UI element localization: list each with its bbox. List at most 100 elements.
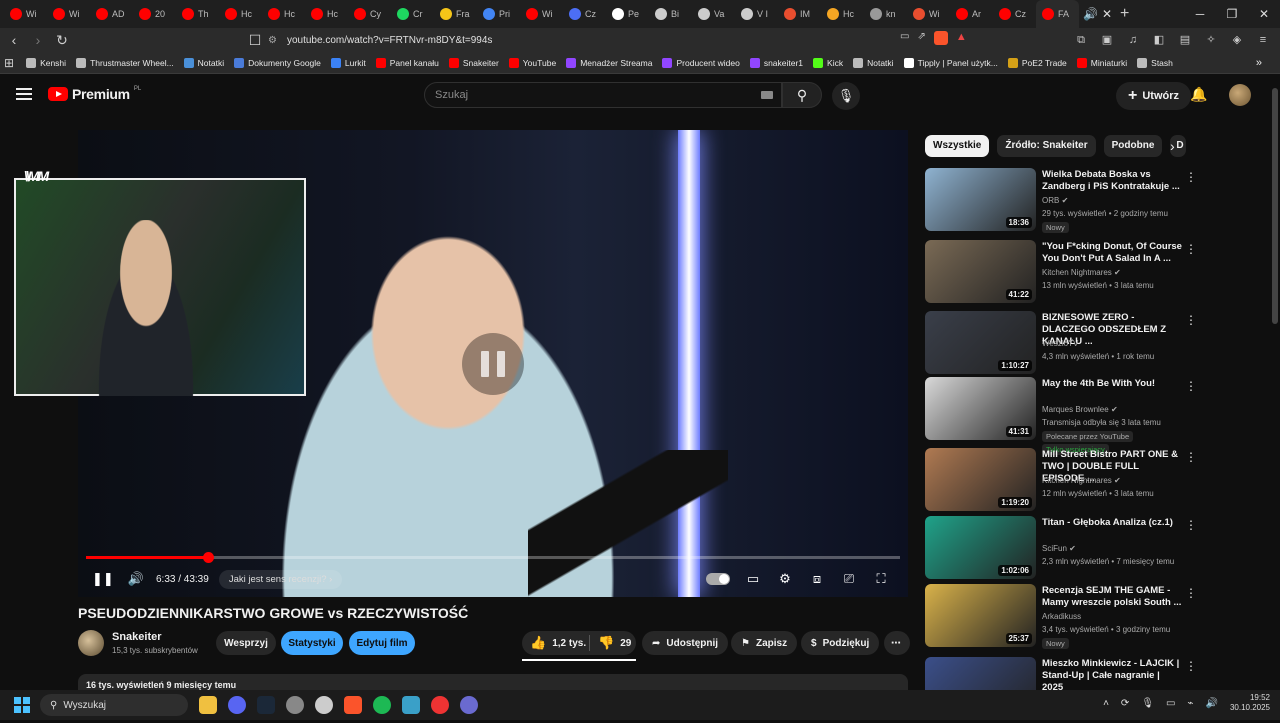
close-icon[interactable]: ✕ (1248, 0, 1280, 28)
bookmark-item[interactable]: Producent wideo (662, 57, 740, 68)
miniplayer-icon[interactable]: ⧈ (808, 570, 826, 588)
clock[interactable]: 19:52 30.10.2025 (1230, 693, 1270, 713)
more-actions-button[interactable]: ⋯ (884, 631, 910, 655)
bookmark-item[interactable]: Snakeiter (448, 57, 499, 68)
bookmark-item[interactable]: Kenshi (26, 57, 66, 68)
brave-rewards-icon[interactable]: ▲ (956, 31, 967, 45)
browser-tab[interactable]: Cz (563, 0, 606, 28)
file-explorer-icon[interactable] (199, 696, 217, 714)
share-button[interactable]: ➦ Udostępnij (642, 631, 729, 655)
brave-shield-icon[interactable] (933, 31, 948, 45)
more-vertical-icon[interactable]: ⋮ (1185, 242, 1197, 256)
browser-tab[interactable]: Cy (348, 0, 391, 28)
bookmark-item[interactable]: Panel kanału (375, 57, 439, 68)
more-vertical-icon[interactable]: ⋮ (1185, 170, 1197, 184)
browser-tab[interactable]: Hc (219, 0, 262, 28)
recommended-video[interactable]: 1:19:20 Mill Street Bistro PART ONE & TWO… (925, 448, 1265, 514)
bookmark-item[interactable]: Notatki (183, 57, 224, 68)
search-button[interactable]: ⚲ (782, 82, 822, 108)
bookmark-icon[interactable]: ☐ (243, 32, 267, 49)
spotify-icon[interactable] (373, 696, 391, 714)
bookmark-item[interactable]: Kick (813, 57, 843, 68)
video-channel[interactable]: Kitchen Nightmares ✔ (1042, 476, 1121, 485)
video-thumbnail[interactable]: 41:22 (925, 240, 1036, 303)
browser-tab[interactable]: Th (176, 0, 219, 28)
browser-tab[interactable]: Hc (262, 0, 305, 28)
browser-tab[interactable]: Cr (391, 0, 434, 28)
video-title[interactable]: Titan - Głęboka Analiza (cz.1) (1042, 517, 1182, 529)
app-icon[interactable] (286, 696, 304, 714)
video-thumbnail[interactable]: 1:19:20 (925, 448, 1036, 511)
tray-mic-icon[interactable]: 🎙 (1141, 698, 1154, 709)
video-thumbnail[interactable]: 41:31 (925, 377, 1036, 440)
bookmark-item[interactable]: snakeiter1 (749, 57, 803, 68)
video-title[interactable]: "You F*cking Donut, Of Course You Don't … (1042, 241, 1182, 265)
chips-next-icon[interactable]: › (1170, 138, 1175, 154)
taskbar-search[interactable]: ⚲ Wyszukaj (40, 694, 188, 716)
video-title[interactable]: May the 4th Be With You! (1042, 378, 1182, 390)
support-button[interactable]: Wesprzyj (216, 631, 276, 655)
forward-icon[interactable]: › (26, 32, 50, 48)
browser-tab[interactable]: AD (90, 0, 133, 28)
more-vertical-icon[interactable]: ⋮ (1185, 586, 1197, 600)
install-icon[interactable]: ▭ (900, 31, 909, 45)
browser-tab[interactable]: Hc (305, 0, 348, 28)
channel-name[interactable]: Snakeiter (112, 631, 162, 643)
video-channel[interactable]: WeszłoTV (1042, 339, 1078, 348)
video-channel[interactable]: Kitchen Nightmares ✔ (1042, 268, 1121, 277)
cast-icon[interactable]: ⎚ (840, 570, 858, 588)
brave-icon[interactable] (344, 696, 362, 714)
tray-display-icon[interactable]: ▭ (1166, 698, 1175, 709)
reload-icon[interactable]: ↻ (50, 32, 74, 49)
browser-tab[interactable]: Wi (4, 0, 47, 28)
video-title[interactable]: Wielka Debata Boska vs Zandberg i PiS Ko… (1042, 169, 1182, 193)
app4-icon[interactable] (431, 696, 449, 714)
chip-source[interactable]: Źródło: Snakeiter (997, 135, 1096, 157)
more-vertical-icon[interactable]: ⋮ (1185, 313, 1197, 327)
create-button[interactable]: + Utwórz (1116, 82, 1192, 110)
video-channel[interactable]: SciFun ✔ (1042, 544, 1076, 553)
back-icon[interactable]: ‹ (2, 32, 26, 48)
browser-tab[interactable]: Wi (47, 0, 90, 28)
video-title[interactable]: Recenzja SEJM THE GAME - Mamy wreszcie p… (1042, 585, 1182, 609)
browser-tab[interactable]: Pri (477, 0, 520, 28)
bookmark-item[interactable]: PoE2 Trade (1007, 57, 1067, 68)
search-input[interactable]: Szukaj (424, 82, 782, 108)
recommended-video[interactable]: 41:22 "You F*cking Donut, Of Course You D… (925, 240, 1265, 306)
bookmark-item[interactable]: Miniaturki (1076, 57, 1127, 68)
browser-tab[interactable]: Pe (606, 0, 649, 28)
video-thumbnail[interactable]: 1:02:06 (925, 516, 1036, 579)
bookmark-item[interactable]: Notatki (853, 57, 894, 68)
screenshot-icon[interactable]: ▣ (1098, 31, 1116, 49)
more-vertical-icon[interactable]: ⋮ (1185, 379, 1197, 393)
tab-close-icon[interactable]: ✕ (1102, 7, 1112, 21)
chapter-button[interactable]: Jaki jest sens recenzji? › (218, 569, 343, 589)
dislike-button[interactable]: 👎 29 (590, 635, 631, 651)
site-info-icon[interactable]: ⚙ (268, 35, 277, 46)
account-avatar[interactable] (1229, 84, 1251, 106)
new-tab-icon[interactable]: + (1120, 5, 1129, 23)
tab-audio-icon[interactable]: 🔊 (1083, 7, 1098, 21)
bookmark-item[interactable]: Lurkit (330, 57, 366, 68)
leo-icon[interactable]: ✧ (1202, 31, 1220, 49)
chip-all[interactable]: Wszystkie (925, 135, 990, 157)
hamburger-menu-icon[interactable] (16, 88, 32, 100)
minimize-icon[interactable]: ─ (1184, 0, 1216, 28)
app3-icon[interactable] (402, 696, 420, 714)
menu-icon[interactable]: ≡ (1254, 31, 1272, 49)
video-channel[interactable]: Marques Brownlee ✔ (1042, 405, 1118, 414)
notifications-bell-icon[interactable]: 🔔 (1190, 86, 1207, 103)
address-bar[interactable]: ⚙ youtube.com/watch?v=FRTNvr-m8DY&t=994s (268, 28, 492, 52)
browser-tab[interactable]: Hc (821, 0, 864, 28)
tray-network-icon[interactable]: ⌁ (1187, 698, 1193, 709)
pause-icon[interactable]: ❚❚ (92, 571, 114, 587)
recommended-video[interactable]: 1:02:06 Titan - Głęboka Analiza (cz.1) Sci… (925, 516, 1265, 582)
subtitles-icon[interactable]: ▭ (744, 570, 762, 588)
channel-avatar[interactable] (78, 630, 104, 656)
autoplay-toggle[interactable] (706, 573, 730, 585)
vpn-icon[interactable]: ◈ (1228, 31, 1246, 49)
video-channel[interactable]: ORB ✔ (1042, 196, 1068, 205)
voice-search-button[interactable]: 🎙 (832, 82, 860, 110)
maximize-icon[interactable]: ❐ (1216, 0, 1248, 28)
stats-button[interactable]: Statystyki (281, 631, 343, 655)
